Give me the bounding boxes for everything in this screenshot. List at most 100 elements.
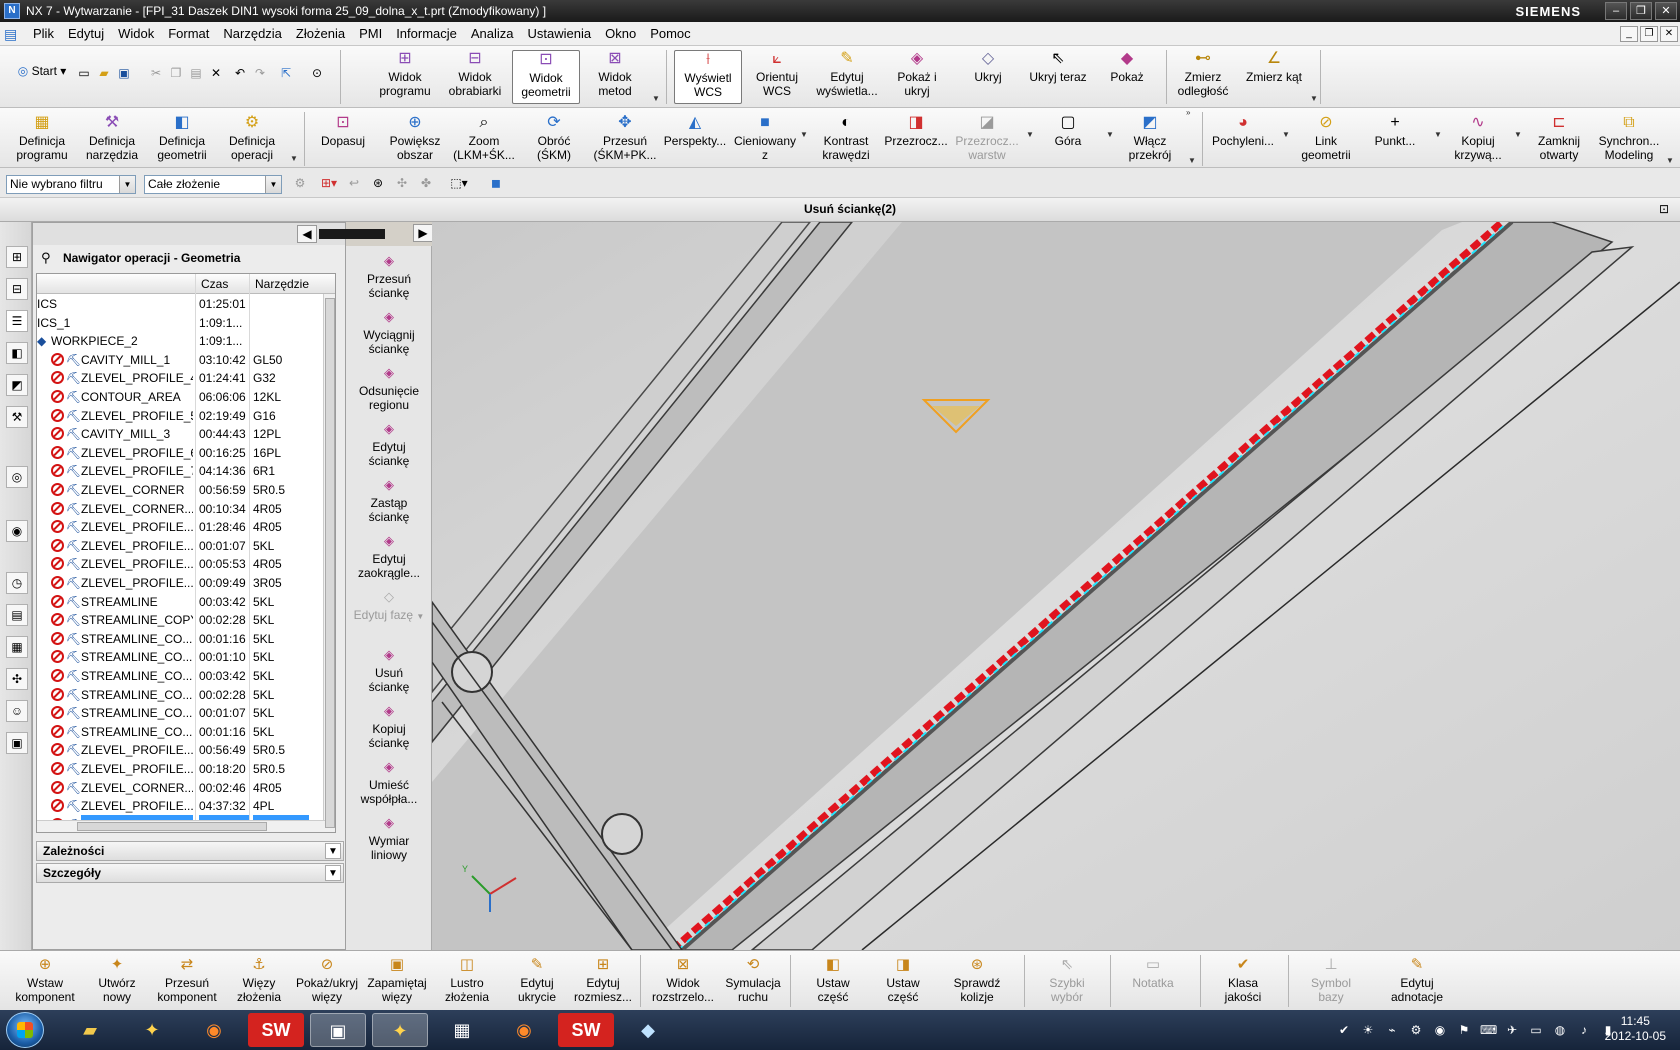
column-time-header[interactable]: Czas — [201, 277, 228, 291]
dropdown-arrow-icon[interactable]: ▼ — [1514, 130, 1522, 139]
table-row[interactable]: ⛏ ZLEVEL_PROFILE... 00:56:49 5R0.5 — [37, 740, 325, 760]
edit-display-button[interactable]: ✎ Edytuj wyświetla... — [812, 50, 882, 98]
doc-close-button[interactable]: ✕ — [1660, 25, 1678, 42]
edit-arrangements-button[interactable]: ⊞ Edytuj rozmiesz... — [566, 956, 640, 1004]
volume-tray-icon[interactable]: ♪ — [1576, 1022, 1592, 1038]
monitor-tray-icon[interactable]: ▭ — [1528, 1022, 1544, 1038]
flag-tray-icon[interactable]: ⚑ — [1456, 1022, 1472, 1038]
delete-icon[interactable]: ✕ — [208, 66, 224, 80]
show-hide-button[interactable]: ◈ Pokaż i ukryj — [888, 50, 946, 98]
zoom-area-button[interactable]: ⊕ Powiększ obszar — [380, 114, 450, 162]
firefox-2-taskbar-icon[interactable]: ◉ — [496, 1013, 552, 1047]
menu-narzedzia[interactable]: Narzędzia — [216, 26, 289, 41]
gear-tray-icon[interactable]: ⚙ — [1408, 1022, 1424, 1038]
menu-edytuj[interactable]: Edytuj — [61, 26, 111, 41]
process-studio-icon[interactable]: ✣ — [6, 668, 28, 690]
close-button[interactable]: ✕ — [1655, 2, 1677, 20]
transparency-button[interactable]: ◨ Przezrocz... — [882, 114, 950, 148]
column-tool-header[interactable]: Narzędzie — [255, 277, 309, 291]
undo-selection-icon[interactable]: ↩ — [346, 176, 362, 190]
layer-transparency-button[interactable]: ◪ Przezrocz... warstw — [952, 114, 1022, 162]
system-scene-icon[interactable]: ▣ — [6, 732, 28, 754]
copy-curve-button[interactable]: ∿ Kopiuj krzywą... — [1446, 114, 1510, 162]
draft-button[interactable]: ◕ Pochyleni... — [1208, 114, 1278, 148]
remember-constraints-button[interactable]: ▣ Zapamiętaj więzy — [360, 956, 434, 1004]
fit-button[interactable]: ⊡ Dopasuj — [312, 114, 374, 148]
more-tools-icon[interactable]: » — [1186, 108, 1190, 117]
table-row[interactable]: ⛏ ZLEVEL_PROFILE... 00:05:53 4R05 — [37, 554, 325, 574]
save-icon[interactable]: ▣ — [116, 66, 132, 80]
perspective-button[interactable]: ◭ Perspekty... — [660, 114, 730, 148]
dropdown-arrow-icon[interactable]: ▼ — [1106, 130, 1114, 139]
table-row[interactable]: ⛏ ZLEVEL_PROFILE... 01:28:46 4R05 — [37, 517, 325, 537]
orient-wcs-button[interactable]: ⟀ Orientuj WCS — [744, 50, 810, 98]
clock[interactable]: 11:45 2012-10-05 — [1605, 1014, 1666, 1044]
set-part-button[interactable]: ◧ Ustaw część — [796, 956, 870, 1004]
restore-button[interactable]: ❐ — [1630, 2, 1652, 20]
top-view-button[interactable]: ▢ Góra — [1040, 114, 1096, 148]
eraser-taskbar-icon[interactable]: ◆ — [620, 1013, 676, 1047]
table-row[interactable]: ⛏ ZLEVEL_CORNER... 00:10:34 4R05 — [37, 499, 325, 519]
table-row[interactable]: ⛏ CAVITY_MILL_3 00:44:43 12PL — [37, 424, 325, 444]
point-button[interactable]: + Punkt... — [1366, 114, 1424, 148]
start-orb-button[interactable] — [6, 1012, 44, 1048]
table-row[interactable]: ⛏ STREAMLINE_CO... 00:01:16 5KL — [37, 722, 325, 742]
table-row[interactable]: ⛏ STREAMLINE_CO... 00:01:10 5KL — [37, 647, 325, 667]
dropdown-arrow-icon[interactable]: ▼ — [1188, 156, 1196, 165]
table-row[interactable]: ⛏ ZLEVEL_CORNER... 00:02:46 4R05 — [37, 778, 325, 798]
replace-face-button[interactable]: ◈ Zastąp ściankę — [346, 478, 432, 525]
mirror-assembly-button[interactable]: ◫ Lustro złożenia — [430, 956, 504, 1004]
start-button[interactable]: ◎ Start ▾ — [12, 64, 72, 78]
note-button[interactable]: ▭ Notatka — [1116, 956, 1190, 990]
operation-navigator-icon[interactable]: ☰ — [6, 310, 28, 332]
create-operation-button[interactable]: ⚙ Definicja operacji — [218, 114, 286, 162]
nx-taskbar-icon[interactable]: ✦ — [124, 1013, 180, 1047]
program-view-button[interactable]: ⊞ Widok programu — [372, 50, 438, 98]
shaded-with-edges-button[interactable]: ■ Cieniowany z — [732, 114, 798, 162]
edit-annotation-button[interactable]: ✎ Edytuj adnotacje — [1380, 956, 1454, 1004]
pan-button[interactable]: ✥ Przesuń (ŚKM+PK... — [588, 114, 662, 162]
hscroll-thumb[interactable] — [77, 822, 267, 831]
table-row[interactable]: ⛏ ZLEVEL_PROFILE... 00:09:49 3R05 — [37, 573, 325, 593]
keyboard-tray-icon[interactable]: ⌨ — [1480, 1022, 1497, 1038]
bluetooth-tray-icon[interactable]: ✈ — [1504, 1022, 1520, 1038]
dropdown-arrow-icon[interactable]: ▼ — [1310, 94, 1318, 103]
vertical-scrollbar[interactable] — [323, 294, 335, 832]
rotate-button[interactable]: ⟳ Obróć (ŚKM) — [522, 114, 586, 162]
cube-icon[interactable]: ◼ — [488, 176, 504, 190]
show-button[interactable]: ◆ Pokaż — [1100, 50, 1154, 84]
roles-icon[interactable]: ☺ — [6, 700, 28, 722]
operation-tree[interactable]: Czas Narzędzie ICS 01:25:01 ICS_1 1:09:1...… — [36, 273, 336, 833]
view-orient-icon[interactable]: ⊛ — [370, 176, 386, 190]
new-file-icon[interactable]: ▭ — [76, 66, 92, 80]
rotate-handle-icon[interactable]: ✤ — [418, 176, 434, 190]
edit-face-button[interactable]: ◈ Edytuj ściankę — [346, 422, 432, 469]
table-row[interactable]: ◆ WORKPIECE_2 1:09:1... — [37, 331, 325, 351]
chevron-down-icon[interactable]: ▼ — [325, 865, 341, 881]
snap-point-icon[interactable]: ⊞▾ — [318, 176, 340, 190]
graphics-window[interactable]: Y — [432, 222, 1680, 950]
assembly-constraints-button[interactable]: ⚓ Więzy złożenia — [222, 956, 296, 1004]
doc-restore-button[interactable]: ❐ — [1640, 25, 1658, 42]
table-row[interactable]: ⛏ ZLEVEL_PROFILE... 00:18:20 5R0.5 — [37, 759, 325, 779]
chevron-down-icon[interactable]: ▼ — [119, 176, 135, 193]
geometry-view-button[interactable]: ⊡ Widok geometrii — [512, 50, 580, 104]
table-row[interactable]: ⛏ ZLEVEL_PROFILE_7 04:14:36 6R1 — [37, 461, 325, 481]
copy-icon[interactable]: ❐ — [168, 66, 184, 80]
dropdown-arrow-icon[interactable]: ▼ — [1666, 156, 1674, 165]
create-new-button[interactable]: ✦ Utwórz nowy — [80, 956, 154, 1004]
history-icon[interactable]: ◉ — [6, 520, 28, 542]
clock-icon[interactable]: ◷ — [6, 572, 28, 594]
cut-icon[interactable]: ✂ — [148, 66, 164, 80]
menu-widok[interactable]: Widok — [111, 26, 161, 41]
table-row[interactable]: ⛏ ZLEVEL_PROFILE_6 00:16:25 16PL — [37, 443, 325, 463]
dropdown-arrow-icon[interactable]: ▼ — [290, 154, 298, 163]
green-status-tray-icon[interactable]: ◉ — [1432, 1022, 1448, 1038]
table-row[interactable]: ⛏ STREAMLINE_COPY 00:02:28 5KL — [37, 610, 325, 630]
measure-distance-button[interactable]: ⊷ Zmierz odległość — [1170, 50, 1236, 98]
explorer-taskbar-icon[interactable]: ▰ — [62, 1013, 118, 1047]
redo-icon[interactable]: ↷ — [252, 66, 268, 80]
dropdown-arrow-icon[interactable]: ▼ — [652, 94, 660, 103]
network-tray-icon[interactable]: ⌁ — [1384, 1022, 1400, 1038]
table-row[interactable]: ICS 01:25:01 — [37, 294, 325, 314]
